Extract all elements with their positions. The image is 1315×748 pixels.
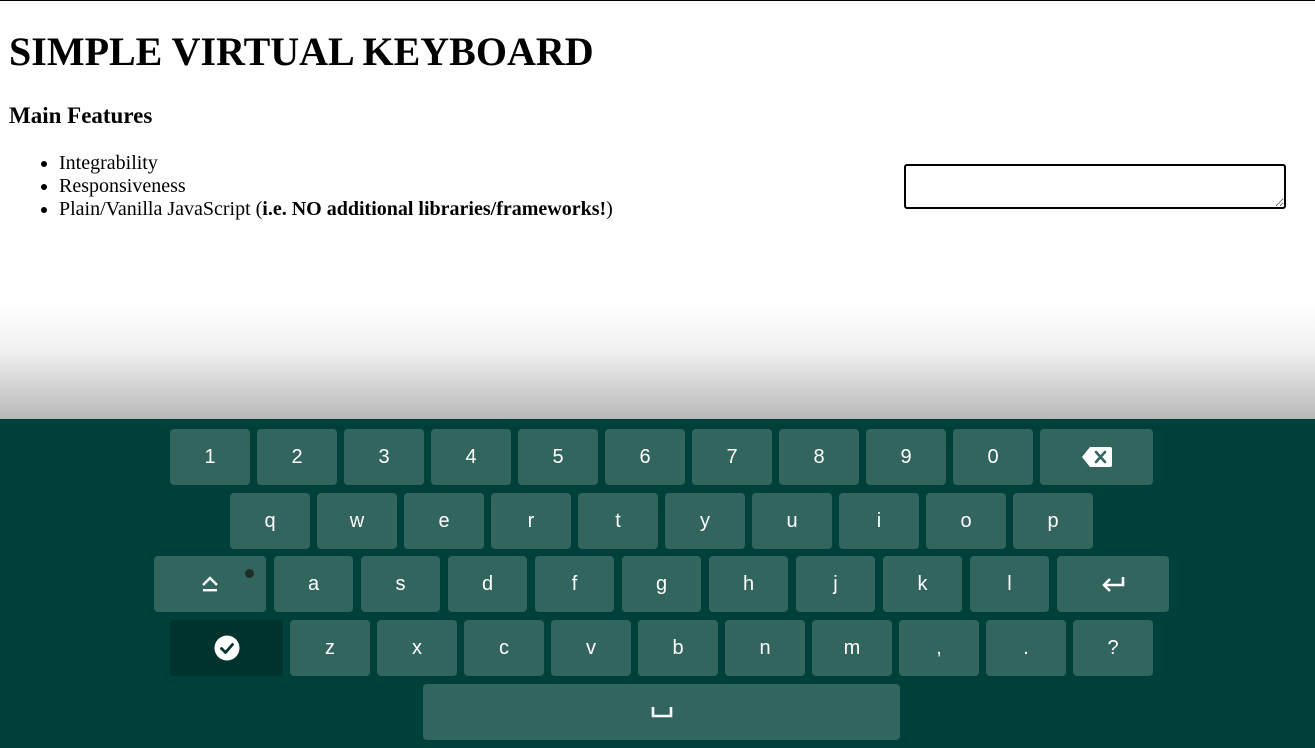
backspace-icon bbox=[1081, 446, 1113, 468]
done-key[interactable] bbox=[170, 620, 283, 676]
key-b[interactable]: b bbox=[638, 620, 718, 676]
key-6[interactable]: 6 bbox=[605, 429, 685, 485]
text-input-area[interactable] bbox=[904, 164, 1286, 209]
key-g[interactable]: g bbox=[622, 556, 701, 612]
key-o[interactable]: o bbox=[926, 493, 1006, 549]
feature-item-responsiveness: Responsiveness bbox=[59, 175, 613, 198]
key-r[interactable]: r bbox=[491, 493, 571, 549]
key-7[interactable]: 7 bbox=[692, 429, 772, 485]
done-check-icon bbox=[214, 635, 240, 661]
key-9[interactable]: 9 bbox=[866, 429, 946, 485]
key-e[interactable]: e bbox=[404, 493, 484, 549]
key-l[interactable]: l bbox=[970, 556, 1049, 612]
key-0[interactable]: 0 bbox=[953, 429, 1033, 485]
feature-emphasis: i.e. NO additional libraries/frameworks! bbox=[262, 198, 607, 220]
key-y[interactable]: y bbox=[665, 493, 745, 549]
key-s[interactable]: s bbox=[361, 556, 440, 612]
key-z[interactable]: z bbox=[290, 620, 370, 676]
key-x[interactable]: x bbox=[377, 620, 457, 676]
key-t[interactable]: t bbox=[578, 493, 658, 549]
key-3[interactable]: 3 bbox=[344, 429, 424, 485]
feature-text: Responsiveness bbox=[59, 175, 186, 197]
key-2[interactable]: 2 bbox=[257, 429, 337, 485]
top-border bbox=[0, 0, 1315, 1]
enter-icon bbox=[1100, 575, 1126, 593]
key-q[interactable]: q bbox=[230, 493, 310, 549]
key-n[interactable]: n bbox=[725, 620, 805, 676]
key-h[interactable]: h bbox=[709, 556, 788, 612]
key-5[interactable]: 5 bbox=[518, 429, 598, 485]
key-a[interactable]: a bbox=[274, 556, 353, 612]
features-heading: Main Features bbox=[9, 103, 153, 128]
space-key[interactable] bbox=[423, 684, 900, 740]
feature-suffix: ) bbox=[606, 198, 613, 220]
key-c[interactable]: c bbox=[464, 620, 544, 676]
virtual-keyboard: 1 2 3 4 5 6 7 8 9 0 q w e r t y u i o p … bbox=[0, 419, 1315, 748]
key-question[interactable]: ? bbox=[1073, 620, 1153, 676]
key-8[interactable]: 8 bbox=[779, 429, 859, 485]
key-f[interactable]: f bbox=[535, 556, 614, 612]
key-d[interactable]: d bbox=[448, 556, 527, 612]
key-v[interactable]: v bbox=[551, 620, 631, 676]
key-p[interactable]: p bbox=[1013, 493, 1093, 549]
space-icon bbox=[651, 706, 673, 718]
features-list: Integrability Responsiveness Plain/Vanil… bbox=[0, 152, 613, 221]
key-k[interactable]: k bbox=[883, 556, 962, 612]
key-j[interactable]: j bbox=[796, 556, 875, 612]
key-4[interactable]: 4 bbox=[431, 429, 511, 485]
feature-item-vanilla-js: Plain/Vanilla JavaScript (i.e. NO additi… bbox=[59, 198, 613, 221]
page-title: SIMPLE VIRTUAL KEYBOARD bbox=[9, 29, 594, 74]
key-i[interactable]: i bbox=[839, 493, 919, 549]
backspace-key[interactable] bbox=[1040, 429, 1153, 485]
feature-text: Integrability bbox=[59, 152, 158, 174]
feature-item-integrability: Integrability bbox=[59, 152, 613, 175]
feature-text: Plain/Vanilla JavaScript ( bbox=[59, 198, 263, 220]
key-1[interactable]: 1 bbox=[170, 429, 250, 485]
caps-lock-icon bbox=[201, 575, 219, 593]
caps-lock-key[interactable] bbox=[154, 556, 266, 612]
key-u[interactable]: u bbox=[752, 493, 832, 549]
key-comma[interactable]: , bbox=[899, 620, 979, 676]
key-m[interactable]: m bbox=[812, 620, 892, 676]
key-period[interactable]: . bbox=[986, 620, 1066, 676]
caps-lock-indicator bbox=[245, 569, 254, 578]
enter-key[interactable] bbox=[1057, 556, 1169, 612]
keyboard-shadow bbox=[0, 300, 1315, 419]
key-w[interactable]: w bbox=[317, 493, 397, 549]
